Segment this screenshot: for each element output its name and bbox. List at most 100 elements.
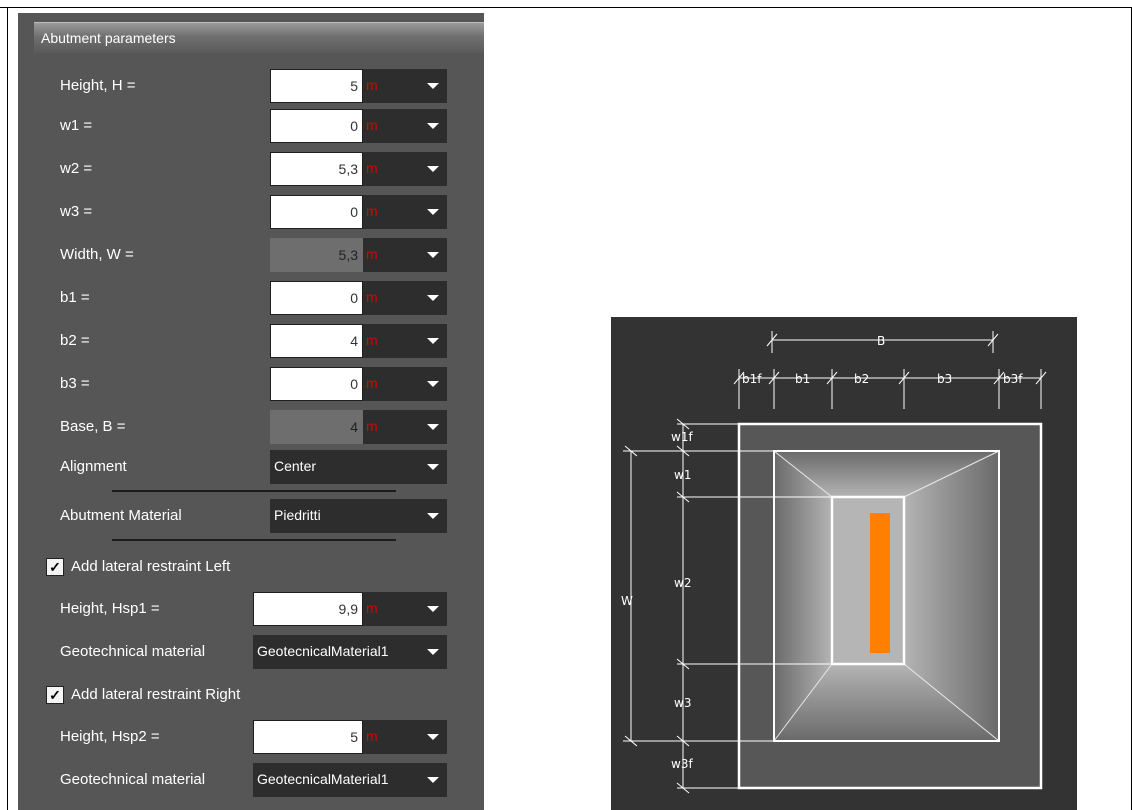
width-input: 5,3 [270, 238, 363, 272]
unit-select[interactable]: m [363, 592, 447, 626]
param-label: w2 = [60, 160, 93, 177]
alignment-row: Alignment Center [18, 450, 484, 484]
chevron-down-icon [427, 166, 439, 172]
label-b1: b1 [795, 372, 810, 386]
hsp1-label: Height, Hsp1 = [60, 600, 160, 617]
right-restraint-checkbox[interactable]: ✓ [46, 686, 64, 704]
hsp1-input[interactable]: 9,9 [253, 592, 363, 626]
panel-title: Abutment parameters [41, 30, 176, 46]
w2-input[interactable]: 5,3 [270, 152, 363, 186]
abutment-diagram: B b1f b1 b2 b3 b3f W w1f w1 w2 w3 w3f [611, 317, 1077, 810]
param-row-b1: b1 = 0 m [18, 281, 484, 315]
unit-select[interactable]: m [363, 238, 447, 272]
material-label: Abutment Material [60, 507, 182, 524]
param-label: Width, W = [60, 246, 134, 263]
chevron-down-icon [427, 606, 439, 612]
divider [112, 539, 396, 541]
material-value: Piedritti [274, 507, 321, 523]
param-row-b2: b2 = 4 m [18, 324, 484, 358]
unit-label: m [366, 203, 378, 219]
hsp1-row: Height, Hsp1 = 9,9 m [18, 592, 484, 626]
param-row-b3: b3 = 0 m [18, 367, 484, 401]
divider [112, 490, 396, 492]
alignment-value: Center [274, 458, 317, 474]
b1-input[interactable]: 0 [270, 281, 363, 315]
chevron-down-icon [427, 83, 439, 89]
abutment-outline [830, 495, 906, 666]
label-W: W [621, 594, 633, 608]
left-geo-material-select[interactable]: GeotecnicalMaterial1 [253, 635, 447, 669]
param-label: Height, H = [60, 77, 136, 94]
param-row-w2: w2 = 5,3 m [18, 152, 484, 186]
geo-material-value: GeotecnicalMaterial1 [257, 643, 389, 659]
unit-label: m [366, 375, 378, 391]
chevron-down-icon [427, 252, 439, 258]
unit-label: m [366, 332, 378, 348]
w1-input[interactable]: 0 [270, 109, 363, 143]
unit-select[interactable]: m [363, 195, 447, 229]
abutment-parameters-panel: Abutment parameters Height, H = 5 m w1 =… [18, 13, 484, 810]
left-geo-row: Geotechnical material GeotecnicalMateria… [18, 635, 484, 669]
param-row-w3: w3 = 0 m [18, 195, 484, 229]
unit-select[interactable]: m [363, 324, 447, 358]
right-geo-row: Geotechnical material GeotecnicalMateria… [18, 763, 484, 797]
material-select[interactable]: Piedritti [270, 499, 447, 533]
hsp2-row: Height, Hsp2 = 5 m [18, 720, 484, 754]
chevron-down-icon [427, 464, 439, 470]
unit-select[interactable]: m [363, 109, 447, 143]
unit-select[interactable]: m [363, 69, 447, 103]
param-row-base: Base, B = 4 m [18, 410, 484, 444]
chevron-down-icon [427, 424, 439, 430]
unit-select[interactable]: m [363, 720, 447, 754]
abutment-section [870, 513, 890, 653]
unit-select[interactable]: m [363, 152, 447, 186]
label-B: B [877, 334, 885, 348]
param-label: Base, B = [60, 418, 126, 435]
label-w2: w2 [674, 576, 691, 590]
alignment-label: Alignment [60, 458, 127, 475]
chevron-down-icon [427, 295, 439, 301]
right-geo-material-select[interactable]: GeotecnicalMaterial1 [253, 763, 447, 797]
unit-select[interactable]: m [363, 281, 447, 315]
hsp2-label: Height, Hsp2 = [60, 728, 160, 745]
unit-label: m [366, 117, 378, 133]
alignment-select[interactable]: Center [270, 450, 447, 484]
right-restraint-label: Add lateral restraint Right [71, 686, 241, 703]
unit-label: m [366, 160, 378, 176]
b2-input[interactable]: 4 [270, 324, 363, 358]
param-row-width: Width, W = 5,3 m [18, 238, 484, 272]
geo-material-label: Geotechnical material [60, 643, 206, 660]
param-label: b3 = [60, 375, 90, 392]
label-w1f: w1f [671, 430, 693, 444]
chevron-down-icon [427, 777, 439, 783]
label-w3f: w3f [671, 757, 693, 771]
left-restraint-checkbox[interactable]: ✓ [46, 558, 64, 576]
chevron-down-icon [427, 209, 439, 215]
panel-header[interactable]: Abutment parameters [34, 22, 484, 53]
label-b1f: b1f [742, 372, 762, 386]
param-label: b2 = [60, 332, 90, 349]
base-input: 4 [270, 410, 363, 444]
material-row: Abutment Material Piedritti [18, 499, 484, 533]
label-b3: b3 [937, 372, 952, 386]
unit-select[interactable]: m [363, 367, 447, 401]
param-label: w1 = [60, 117, 93, 134]
unit-label: m [366, 246, 378, 262]
frame-top-border [0, 7, 1132, 8]
frame-left-border [7, 7, 8, 810]
chevron-down-icon [427, 649, 439, 655]
geo-material-value: GeotecnicalMaterial1 [257, 771, 389, 787]
b3-input[interactable]: 0 [270, 367, 363, 401]
height-input[interactable]: 5 [270, 69, 363, 103]
chevron-down-icon [427, 338, 439, 344]
label-w3: w3 [674, 696, 691, 710]
unit-label: m [366, 600, 378, 616]
param-row-w1: w1 = 0 m [18, 109, 484, 143]
w3-input[interactable]: 0 [270, 195, 363, 229]
label-w1: w1 [674, 468, 691, 482]
hsp2-input[interactable]: 5 [253, 720, 363, 754]
unit-label: m [366, 418, 378, 434]
label-b3f: b3f [1003, 372, 1023, 386]
unit-select[interactable]: m [363, 410, 447, 444]
label-b2: b2 [854, 372, 869, 386]
